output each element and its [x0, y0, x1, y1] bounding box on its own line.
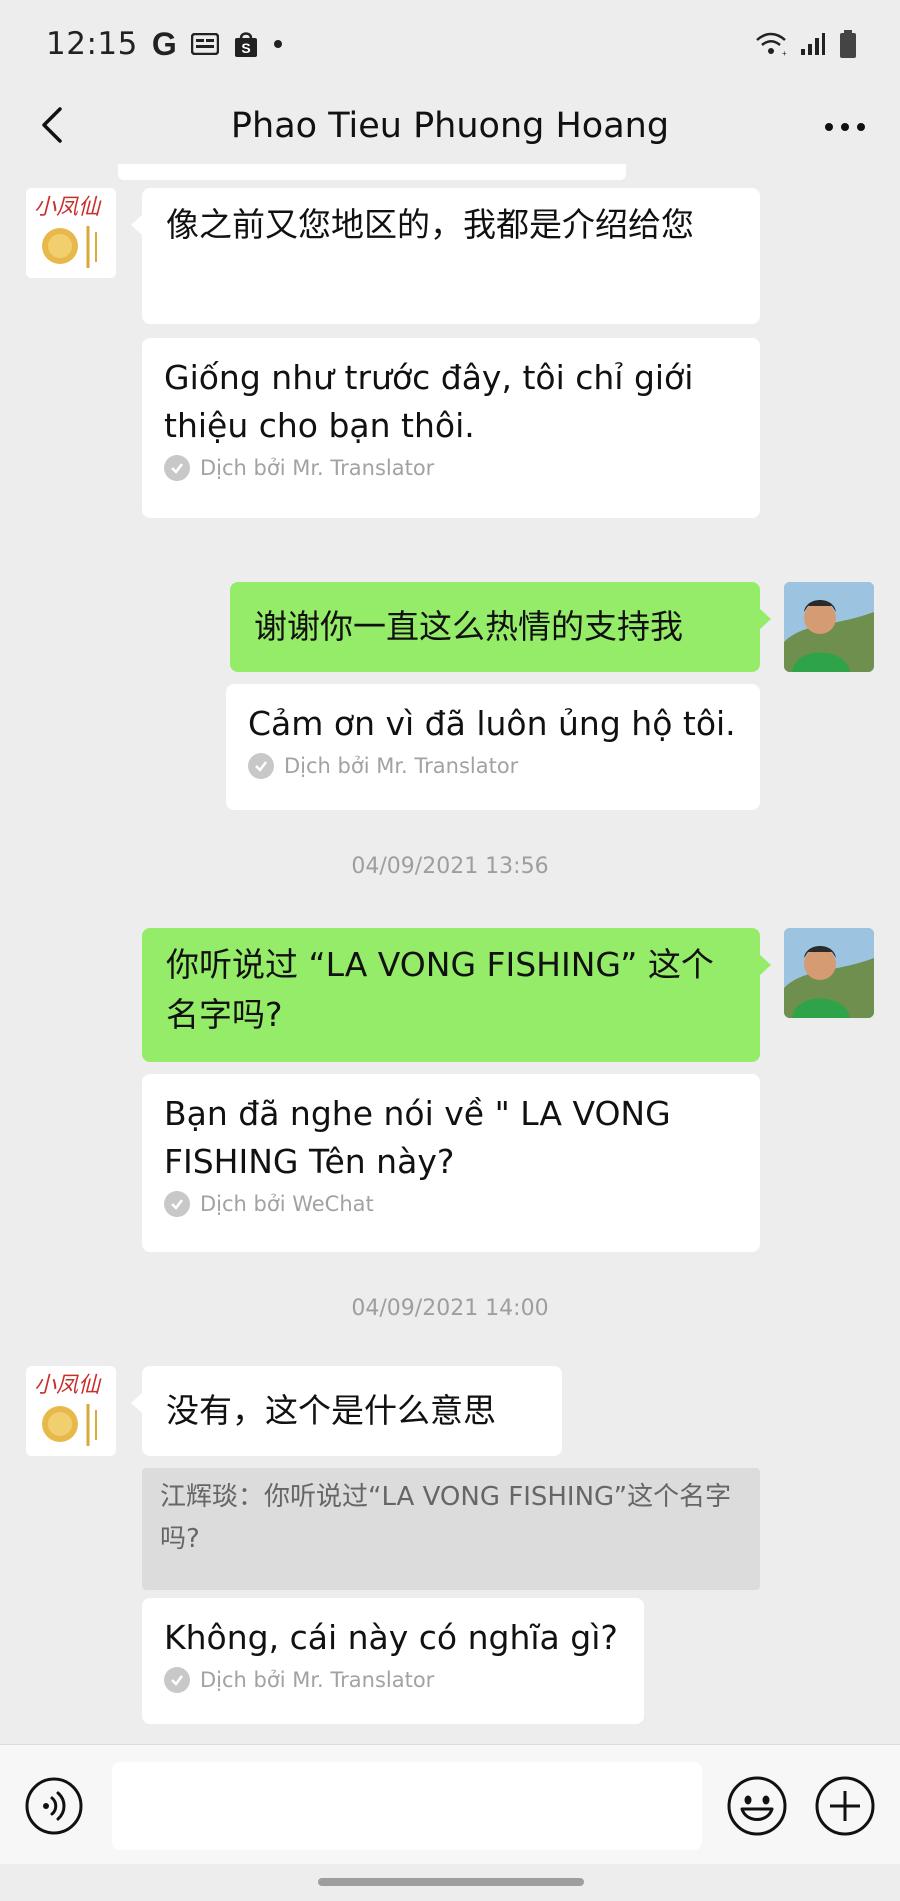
signal-icon — [800, 32, 826, 56]
translation-credit: Dịch bởi WeChat — [164, 1190, 738, 1218]
status-left: 12:15 G S — [46, 26, 283, 63]
wifi-icon: + — [754, 31, 788, 57]
battery-icon — [838, 29, 858, 59]
check-icon — [164, 1191, 190, 1217]
message-text: 你听说过 “LA VONG FISHING” 这个名字吗? — [166, 945, 714, 1034]
translation-card[interactable]: Giống như trước đây, tôi chỉ giới thiệu … — [142, 338, 760, 518]
message-list[interactable]: 小凤仙 像之前又您地区的，我都是介绍给您 Giống như trước đây… — [0, 164, 900, 1744]
timestamp: 04/09/2021 14:00 — [351, 1296, 549, 1321]
voice-icon — [25, 1777, 83, 1835]
input-bar — [0, 1744, 900, 1864]
credit-text: Dịch bởi Mr. Translator — [200, 456, 435, 480]
more-actions-button[interactable] — [814, 1775, 876, 1837]
quote-text: 江辉琰：你听说过“LA VONG FISHING”这个名字吗? — [160, 1482, 732, 1554]
message-bubble[interactable]: 你听说过 “LA VONG FISHING” 这个名字吗? — [142, 928, 771, 1062]
emoji-icon — [727, 1776, 787, 1836]
status-bar: 12:15 G S + — [0, 0, 900, 88]
check-icon — [164, 455, 190, 481]
google-icon: G — [151, 25, 177, 62]
message-text: 像之前又您地区的，我都是介绍给您 — [166, 205, 694, 244]
translation-text: Bạn đã nghe nói về " LA VONG FISHING Tên… — [164, 1094, 671, 1181]
home-indicator[interactable] — [318, 1878, 584, 1886]
translation-card[interactable]: Bạn đã nghe nói về " LA VONG FISHING Tên… — [142, 1074, 760, 1252]
translation-text: Cảm ơn vì đã luôn ủng hộ tôi. — [248, 704, 736, 743]
check-icon — [164, 1667, 190, 1693]
chat-title: Phao Tieu Phuong Hoang — [230, 106, 670, 146]
translation-card[interactable]: Cảm ơn vì đã luôn ủng hộ tôi. Dịch bởi M… — [226, 684, 760, 810]
avatar[interactable] — [784, 582, 874, 672]
message-bubble[interactable]: 谢谢你一直这么热情的支持我 — [230, 582, 771, 672]
shop-logo-icon: 小凤仙 — [26, 1366, 116, 1456]
partial-message — [118, 164, 626, 180]
more-button[interactable] — [820, 102, 870, 152]
avatar[interactable]: 小凤仙 — [26, 1366, 116, 1456]
message-text: 谢谢你一直这么热情的支持我 — [254, 607, 683, 646]
voice-button[interactable] — [24, 1776, 84, 1836]
emoji-button[interactable] — [726, 1775, 788, 1837]
check-icon — [248, 753, 274, 779]
quoted-message[interactable]: 江辉琰：你听说过“LA VONG FISHING”这个名字吗? — [142, 1468, 760, 1590]
translation-credit: Dịch bởi Mr. Translator — [248, 752, 738, 780]
plus-icon — [815, 1776, 875, 1836]
translation-card[interactable]: Không, cái này có nghĩa gì? Dịch bởi Mr.… — [142, 1598, 644, 1724]
shopee-icon: S — [233, 30, 259, 58]
svg-text:+: + — [782, 49, 787, 57]
status-time: 12:15 — [46, 26, 138, 62]
avatar[interactable] — [784, 928, 874, 1018]
credit-text: Dịch bởi Mr. Translator — [200, 1668, 435, 1692]
translation-credit: Dịch bởi Mr. Translator — [164, 454, 738, 482]
message-bubble[interactable]: 像之前又您地区的，我都是介绍给您 — [131, 188, 760, 324]
timestamp: 04/09/2021 13:56 — [351, 854, 549, 879]
avatar[interactable]: 小凤仙 — [26, 188, 116, 278]
user-photo-icon — [784, 582, 874, 672]
svg-text:小凤仙: 小凤仙 — [34, 1373, 102, 1398]
dot-icon — [273, 39, 283, 49]
credit-text: Dịch bởi Mr. Translator — [284, 754, 519, 778]
status-right: + — [754, 29, 858, 59]
chat-header: Phao Tieu Phuong Hoang — [0, 88, 900, 164]
chevron-left-icon — [42, 107, 62, 143]
news-icon — [190, 33, 219, 55]
user-photo-icon — [784, 928, 874, 1018]
translation-text: Không, cái này có nghĩa gì? — [164, 1618, 618, 1657]
shop-logo-icon: 小凤仙 — [26, 188, 116, 278]
message-input[interactable] — [112, 1762, 702, 1850]
message-bubble[interactable]: 没有，这个是什么意思 — [131, 1366, 562, 1456]
message-text: 没有，这个是什么意思 — [166, 1391, 496, 1430]
more-dots-icon — [825, 123, 865, 131]
credit-text: Dịch bởi WeChat — [200, 1192, 374, 1216]
back-button[interactable] — [28, 100, 78, 150]
svg-text:S: S — [241, 40, 250, 56]
translation-credit: Dịch bởi Mr. Translator — [164, 1666, 622, 1694]
svg-text:小凤仙: 小凤仙 — [34, 195, 102, 220]
translation-text: Giống như trước đây, tôi chỉ giới thiệu … — [164, 358, 694, 445]
